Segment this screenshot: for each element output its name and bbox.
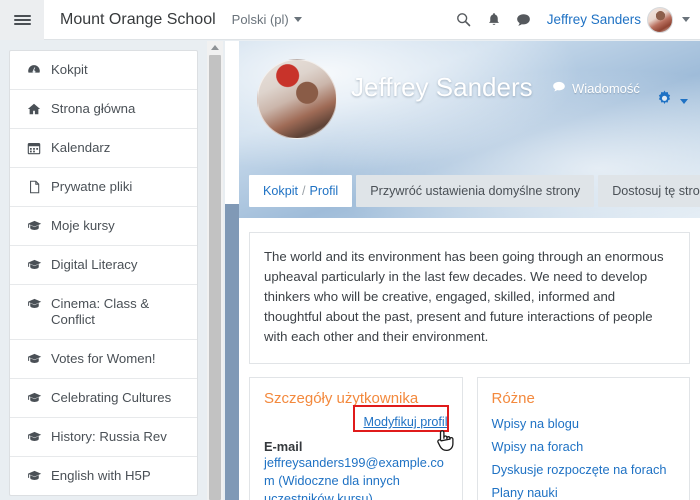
sidebar-item-label: English with H5P bbox=[51, 468, 151, 483]
graduation-cap-icon bbox=[26, 391, 42, 404]
site-brand[interactable]: Mount Orange School bbox=[60, 11, 216, 29]
sidebar-item-digital-literacy[interactable]: Digital Literacy bbox=[10, 246, 197, 285]
sidebar-item-label: Votes for Women! bbox=[51, 351, 156, 366]
user-details-card: Szczegóły użytkownika Modyfikuj profil E… bbox=[249, 377, 463, 500]
chat-bubble-icon[interactable] bbox=[509, 0, 539, 40]
user-details-title: Szczegóły użytkownika bbox=[264, 390, 419, 407]
page-title: Jeffrey Sanders bbox=[351, 72, 533, 102]
sidebar-item-cinema-class-conflict[interactable]: Cinema: Class & Conflict bbox=[10, 285, 197, 340]
graduation-cap-icon bbox=[26, 219, 42, 232]
breadcrumb-separator: / bbox=[302, 184, 306, 198]
sidebar-item-celebrating-cultures[interactable]: Celebrating Cultures bbox=[10, 379, 197, 418]
sidebar-item-moje-kursy[interactable]: Moje kursy bbox=[10, 207, 197, 246]
page-scrollbar[interactable] bbox=[207, 41, 223, 500]
chevron-down-icon bbox=[680, 98, 688, 104]
profile-description: The world and its environment has been g… bbox=[249, 232, 690, 364]
sidebar-item-label: Celebrating Cultures bbox=[51, 390, 172, 405]
email-value[interactable]: jeffreysanders199@example.com (Widoczne … bbox=[264, 454, 448, 500]
user-avatar[interactable] bbox=[647, 6, 673, 33]
profile-banner: Jeffrey Sanders Wiadomość Kokpit / Profi… bbox=[239, 41, 700, 218]
page-tabs: Kokpit / Profil Przywróć ustawienia domyśl… bbox=[249, 175, 700, 207]
tab-kokpit-profil[interactable]: Kokpit / Profil bbox=[249, 175, 353, 207]
sidebar-item-label: Prywatne pliki bbox=[51, 179, 133, 194]
breadcrumb-kokpit[interactable]: Kokpit bbox=[263, 184, 298, 198]
sidebar-item-label: Kokpit bbox=[51, 62, 88, 77]
main-content: Jeffrey Sanders Wiadomość Kokpit / Profi… bbox=[239, 41, 700, 500]
scroll-thumb[interactable] bbox=[209, 55, 221, 500]
tab-customise-page[interactable]: Dostosuj tę stronę bbox=[598, 175, 700, 207]
sidebar-item-history-russia-rev[interactable]: History: Russia Rev bbox=[10, 418, 197, 457]
scroll-thumb[interactable] bbox=[225, 204, 239, 500]
message-link[interactable]: Wiadomość bbox=[552, 81, 640, 96]
sidebar-item-kokpit[interactable]: Kokpit bbox=[10, 51, 197, 90]
graduation-cap-icon bbox=[26, 258, 42, 271]
link-learning-plans[interactable]: Plany nauki bbox=[492, 485, 676, 500]
calendar-icon bbox=[26, 141, 42, 155]
link-forum-posts[interactable]: Wpisy na forach bbox=[492, 439, 676, 454]
email-label: E-mail bbox=[264, 439, 303, 454]
sidebar-nav-block: Kokpit Strona główna Kalendarz Prywatne … bbox=[9, 50, 198, 496]
message-label: Wiadomość bbox=[572, 81, 640, 96]
settings-menu-button[interactable] bbox=[655, 89, 688, 113]
language-selector[interactable]: Polski (pl) bbox=[232, 12, 302, 27]
sidebar-item-label: History: Russia Rev bbox=[51, 429, 167, 444]
sidebar: Kokpit Strona główna Kalendarz Prywatne … bbox=[0, 41, 206, 500]
sidebar-item-kalendarz[interactable]: Kalendarz bbox=[10, 129, 197, 168]
chat-bubble-icon bbox=[552, 81, 566, 96]
navbar-username[interactable]: Jeffrey Sanders bbox=[547, 12, 641, 27]
graduation-cap-icon bbox=[26, 352, 42, 365]
tab-reset-page-defaults[interactable]: Przywróć ustawienia domyślne strony bbox=[356, 175, 595, 207]
profile-avatar[interactable] bbox=[257, 59, 337, 139]
home-icon bbox=[26, 102, 42, 116]
misc-link-list: Wpisy na blogu Wpisy na forach Dyskusje … bbox=[492, 416, 676, 500]
profile-cards: Szczegóły użytkownika Modyfikuj profil E… bbox=[249, 377, 690, 500]
sidebar-item-strona-glowna[interactable]: Strona główna bbox=[10, 90, 197, 129]
scroll-up-arrow-icon[interactable] bbox=[211, 45, 219, 50]
app-root: Mount Orange School Polski (pl) Jeffrey … bbox=[0, 0, 700, 500]
content-scrollbar[interactable] bbox=[225, 41, 239, 500]
file-icon bbox=[26, 180, 42, 194]
search-icon[interactable] bbox=[449, 0, 479, 40]
sidebar-item-votes-for-women[interactable]: Votes for Women! bbox=[10, 340, 197, 379]
navbar-right-group: Jeffrey Sanders bbox=[449, 0, 700, 40]
dashboard-icon bbox=[26, 63, 42, 77]
graduation-cap-icon bbox=[26, 430, 42, 443]
bell-icon[interactable] bbox=[479, 0, 509, 40]
sidebar-item-prywatne-pliki[interactable]: Prywatne pliki bbox=[10, 168, 197, 207]
sidebar-item-label: Cinema: Class & Conflict bbox=[51, 296, 150, 327]
misc-title: Różne bbox=[491, 390, 535, 407]
sidebar-item-label: Digital Literacy bbox=[51, 257, 138, 272]
chevron-down-icon[interactable] bbox=[682, 17, 690, 22]
edit-profile-link[interactable]: Modyfikuj profil bbox=[364, 415, 448, 429]
sidebar-item-english-with-h5p[interactable]: English with H5P bbox=[10, 457, 197, 495]
link-forum-discussions[interactable]: Dyskusje rozpoczęte na forach bbox=[492, 462, 676, 477]
link-blog-entries[interactable]: Wpisy na blogu bbox=[492, 416, 676, 431]
breadcrumb-profil[interactable]: Profil bbox=[310, 184, 339, 198]
top-navbar: Mount Orange School Polski (pl) Jeffrey … bbox=[0, 0, 700, 40]
chevron-down-icon bbox=[293, 17, 302, 22]
misc-card: Różne Wpisy na blogu Wpisy na forach Dys… bbox=[476, 377, 690, 500]
graduation-cap-icon bbox=[26, 297, 42, 310]
gear-icon bbox=[655, 89, 674, 113]
language-label: Polski (pl) bbox=[231, 12, 289, 27]
sidebar-item-label: Kalendarz bbox=[51, 140, 111, 155]
sidebar-item-label: Moje kursy bbox=[51, 218, 115, 233]
graduation-cap-icon bbox=[26, 469, 42, 482]
edit-profile-row: Modyfikuj profil bbox=[264, 405, 454, 452]
hamburger-icon[interactable] bbox=[0, 0, 44, 40]
sidebar-item-label: Strona główna bbox=[51, 101, 136, 116]
